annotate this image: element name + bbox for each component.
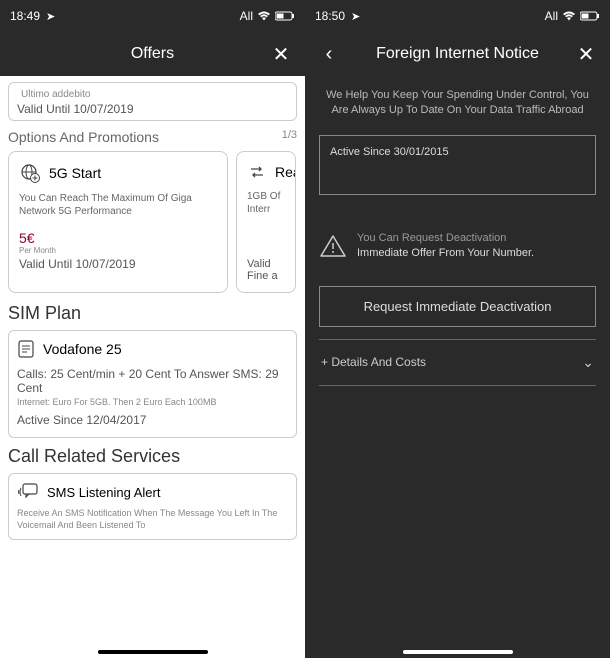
left-screen: 18:49 ➤ All Offers ✕ Ultimo addebito Val… (0, 0, 305, 658)
network-label: All (240, 9, 253, 23)
location-icon: ➤ (351, 10, 360, 23)
wifi-icon (562, 11, 576, 21)
promo-row[interactable]: 5G Start You Can Reach The Maximum Of Gi… (8, 151, 297, 293)
details-label: + Details And Costs (321, 355, 426, 369)
last-charge-valid: Valid Until 10/07/2019 (17, 102, 288, 116)
sim-plan-title: Vodafone 25 (43, 341, 122, 357)
last-charge-label: Ultimo addebito (17, 87, 288, 102)
service-desc: Receive An SMS Notification When The Mes… (17, 508, 288, 531)
options-title: Options And Promotions (8, 129, 159, 145)
sim-section-title: SIM Plan (8, 303, 297, 324)
promo-period: Per Month (19, 246, 217, 255)
promo-card-5g[interactable]: 5G Start You Can Reach The Maximum Of Gi… (8, 151, 228, 293)
home-indicator[interactable] (98, 650, 208, 654)
promo2-desc: 1GB Of Interr (247, 190, 285, 216)
promo-price: 5€ (19, 230, 217, 246)
promo-desc: You Can Reach The Maximum Of Giga Networ… (19, 192, 217, 218)
status-time: 18:50 (315, 9, 345, 23)
services-section-title: Call Related Services (8, 446, 297, 467)
location-icon: ➤ (46, 10, 55, 23)
close-icon[interactable]: ✕ (269, 42, 293, 67)
battery-icon (275, 11, 295, 21)
header: Offers ✕ (0, 32, 305, 76)
promo2-title: Rea (275, 164, 296, 180)
network-label: All (545, 9, 558, 23)
warning-triangle-icon (319, 234, 347, 258)
divider (319, 339, 596, 340)
home-indicator[interactable] (403, 650, 513, 654)
swap-icon (247, 162, 267, 182)
promo-title: 5G Start (49, 165, 101, 181)
chevron-down-icon: ⌄ (582, 354, 594, 371)
wifi-icon (257, 11, 271, 21)
globe-5g-icon (19, 162, 41, 184)
sms-alert-icon (17, 482, 39, 502)
divider (319, 385, 596, 386)
active-since-box: Active Since 30/01/2015 (319, 135, 596, 195)
battery-icon (580, 11, 600, 21)
request-deactivation-button[interactable]: Request Immediate Deactivation (319, 286, 596, 327)
document-icon (17, 339, 35, 359)
active-since-text: Active Since 30/01/2015 (330, 146, 449, 158)
last-charge-card: Ultimo addebito Valid Until 10/07/2019 (8, 82, 297, 121)
service-title: SMS Listening Alert (47, 485, 160, 500)
sim-plan-card[interactable]: Vodafone 25 Calls: 25 Cent/min + 20 Cent… (8, 330, 297, 438)
details-costs-row[interactable]: + Details And Costs ⌄ (319, 346, 596, 379)
status-time: 18:49 (10, 9, 40, 23)
header: ‹ Foreign Internet Notice ✕ (305, 32, 610, 76)
page-title: Offers (36, 45, 269, 63)
right-screen: 18:50 ➤ All ‹ Foreign Internet Notice ✕ … (305, 0, 610, 658)
warning-row: You Can Request Deactivation Immediate O… (319, 231, 596, 262)
intro-text: We Help You Keep Your Spending Under Con… (319, 88, 596, 119)
page-indicator: 1/3 (282, 129, 297, 145)
sim-calls: Calls: 25 Cent/min + 20 Cent To Answer S… (17, 367, 288, 395)
service-card[interactable]: SMS Listening Alert Receive An SMS Notif… (8, 473, 297, 540)
sim-internet: Internet: Euro For 5GB. Then 2 Euro Each… (17, 397, 288, 407)
sim-active: Active Since 12/04/2017 (17, 413, 288, 427)
promo-card-peek[interactable]: Rea 1GB Of Interr Valid Fine a (236, 151, 296, 293)
promo-valid: Valid Until 10/07/2019 (19, 257, 217, 271)
warn-line1: You Can Request Deactivation (357, 231, 534, 246)
status-bar: 18:49 ➤ All (0, 0, 305, 32)
status-bar: 18:50 ➤ All (305, 0, 610, 32)
close-icon[interactable]: ✕ (574, 42, 598, 67)
options-section: Options And Promotions 1/3 (8, 129, 297, 145)
page-title: Foreign Internet Notice (341, 45, 574, 63)
warn-line2: Immediate Offer From Your Number. (357, 246, 534, 261)
promo2-valid: Valid Fine a (247, 258, 285, 282)
back-icon[interactable]: ‹ (317, 43, 341, 66)
